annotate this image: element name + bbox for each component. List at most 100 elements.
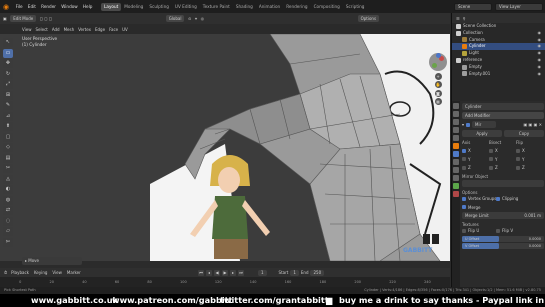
apply-button[interactable]: Apply — [462, 129, 502, 137]
axis-y-checkbox[interactable] — [462, 157, 466, 161]
modifier-name-field[interactable]: Mir — [472, 121, 497, 128]
object-tab-icon[interactable] — [453, 143, 459, 149]
spin-icon[interactable]: ◐ — [3, 185, 13, 194]
outliner-item-reference[interactable]: reference ◉ — [452, 57, 545, 64]
merge-checkbox[interactable] — [462, 205, 466, 209]
grid-icon[interactable]: ▦ — [434, 98, 442, 105]
workspace-tab-scripting[interactable]: Scripting — [343, 3, 368, 11]
visibility-eye-icon[interactable]: ◉ — [538, 50, 542, 57]
twitter-link[interactable]: twitter.com/grantabbitt — [220, 294, 329, 307]
polybuild-icon[interactable]: ◬ — [3, 174, 13, 184]
timeline-menu-playback[interactable]: Playback — [11, 270, 29, 275]
merge-limit-field[interactable]: Merge Limit 0.001 m — [462, 212, 544, 219]
shrink-icon[interactable]: ◌ — [3, 216, 13, 226]
view-layer-selector[interactable]: View Layer — [495, 2, 543, 11]
physics-tab-icon[interactable] — [453, 167, 459, 173]
data-tab-icon[interactable] — [453, 183, 459, 189]
viewport-menu-mesh[interactable]: Mesh — [64, 27, 75, 32]
rip-icon[interactable]: ✄ — [3, 237, 13, 247]
y-axis-icon[interactable] — [432, 63, 437, 68]
u-offset-field[interactable]: U Offset 0.0000 — [462, 235, 544, 242]
visibility-eye-icon[interactable]: ◉ — [538, 43, 542, 50]
menu-render[interactable]: Render — [39, 4, 59, 9]
workspace-tab-uv-editing[interactable]: UV Editing — [172, 3, 200, 11]
camera-icon[interactable]: ◙ — [434, 89, 442, 97]
transform-icon[interactable]: ⊞ — [3, 90, 13, 100]
menu-file[interactable]: File — [13, 4, 25, 9]
vertex-groups-checkbox[interactable] — [462, 196, 466, 201]
workspace-tab-animation[interactable]: Animation — [256, 3, 283, 11]
copy-button[interactable]: Copy — [504, 129, 544, 137]
menu-help[interactable]: Help — [80, 4, 95, 9]
shear-icon[interactable]: ▱ — [3, 227, 13, 236]
measure-icon[interactable]: ⊿ — [3, 111, 13, 121]
end-frame-field[interactable]: 250 — [310, 269, 325, 276]
scene-tab-icon[interactable] — [453, 127, 459, 133]
tool-tab-icon[interactable] — [453, 103, 459, 109]
add-modifier-button[interactable]: Add Modifier — [462, 112, 544, 119]
zoom-icon[interactable]: + — [434, 72, 442, 80]
material-tab-icon[interactable] — [453, 191, 459, 197]
flip-y-checkbox[interactable] — [516, 157, 520, 161]
z-axis-icon[interactable] — [436, 53, 441, 58]
visibility-eye-icon[interactable]: ◉ — [538, 37, 542, 44]
constraints-tab-icon[interactable] — [453, 175, 459, 181]
viewport-menu-edge[interactable]: Edge — [95, 27, 105, 32]
outliner-item-empty-001[interactable]: Empty.001 ◉ — [452, 71, 545, 78]
start-frame-field[interactable]: 1 — [290, 269, 299, 276]
move-icon[interactable]: ✥ — [3, 59, 13, 68]
bevel-icon[interactable]: ◇ — [3, 143, 13, 152]
v-offset-field[interactable]: V Offset 0.0000 — [462, 243, 544, 249]
rotate-icon[interactable]: ↻ — [3, 69, 13, 79]
next-key-icon[interactable]: ▸ — [230, 269, 236, 276]
bisect-y-checkbox[interactable] — [489, 157, 493, 161]
viewport-menu-vertex[interactable]: Vertex — [78, 27, 91, 32]
proportional-icon[interactable]: ◎ — [201, 16, 205, 21]
last-operation-panel[interactable]: ▸ Move — [22, 257, 82, 265]
flip-u-checkbox[interactable] — [462, 228, 466, 233]
flip-x-checkbox[interactable] — [516, 148, 520, 153]
bisect-x-checkbox[interactable] — [489, 148, 493, 153]
extrude-icon[interactable]: ⬆ — [3, 122, 13, 131]
outliner-filter-icon[interactable]: ⚲ — [463, 16, 466, 21]
outliner-item-camera[interactable]: Camera ◉ — [452, 37, 545, 44]
current-frame-field[interactable]: 1 — [258, 269, 267, 276]
workspace-tab-modeling[interactable]: Modeling — [121, 3, 146, 11]
menu-window[interactable]: Window — [59, 4, 81, 9]
clipping-checkbox[interactable] — [496, 196, 500, 201]
viewport-menu-view[interactable]: View — [22, 27, 32, 32]
axis-z-checkbox[interactable] — [462, 165, 466, 170]
blender-logo-icon[interactable]: ◉ — [2, 3, 10, 11]
timeline-editor-icon[interactable]: ⏱ — [4, 270, 7, 275]
editor-type-icon[interactable]: ▣ — [3, 16, 7, 21]
pivot-icon[interactable]: ⊙ — [188, 16, 191, 21]
select-box-icon[interactable]: ▭ — [3, 48, 13, 58]
visibility-eye-icon[interactable]: ◉ — [538, 57, 542, 64]
timeline-ruler[interactable]: 0 20 40 60 80 100 120 140 160 180 200 220 240 — [0, 277, 450, 287]
patreon-link[interactable]: www.patreon.com/gabbitt — [112, 294, 232, 307]
render-tab-icon[interactable] — [453, 111, 459, 117]
workspace-tab-texture-paint[interactable]: Texture Paint — [200, 3, 233, 11]
jump-start-icon[interactable]: ⏮ — [198, 269, 204, 276]
viewport-menu-select[interactable]: Select — [36, 27, 48, 32]
scene-collection-row[interactable]: Scene Collection — [452, 23, 545, 30]
expand-icon[interactable]: ▾ — [462, 122, 464, 127]
scale-icon[interactable]: ⤢ — [3, 80, 13, 89]
website-link[interactable]: www.gabbitt.co.uk — [31, 294, 118, 307]
viewport-menu-face[interactable]: Face — [109, 27, 118, 32]
workspace-tab-compositing[interactable]: Compositing — [311, 3, 343, 11]
outliner-item-light[interactable]: Light ◉ — [452, 50, 545, 57]
options-dropdown[interactable]: Options — [357, 15, 380, 22]
flip-v-checkbox[interactable] — [496, 228, 500, 233]
mode-selector[interactable]: Edit Mode — [10, 15, 37, 22]
timeline-menu-keying[interactable]: Keying — [34, 270, 47, 275]
visibility-eye-icon[interactable]: ◉ — [538, 71, 542, 78]
outliner-item-cylinder[interactable]: Cylinder ◉ — [452, 43, 545, 51]
output-tab-icon[interactable] — [453, 119, 459, 125]
object-name-field[interactable]: Cylinder — [462, 103, 544, 110]
flip-z-checkbox[interactable] — [516, 165, 520, 170]
loopcut-icon[interactable]: ▤ — [3, 153, 13, 163]
mirror-object-field[interactable] — [462, 180, 544, 187]
workspace-tab-shading[interactable]: Shading — [233, 3, 256, 11]
3d-viewport[interactable]: User Perspective (1) Cylinder GABBITT + … — [0, 34, 450, 261]
